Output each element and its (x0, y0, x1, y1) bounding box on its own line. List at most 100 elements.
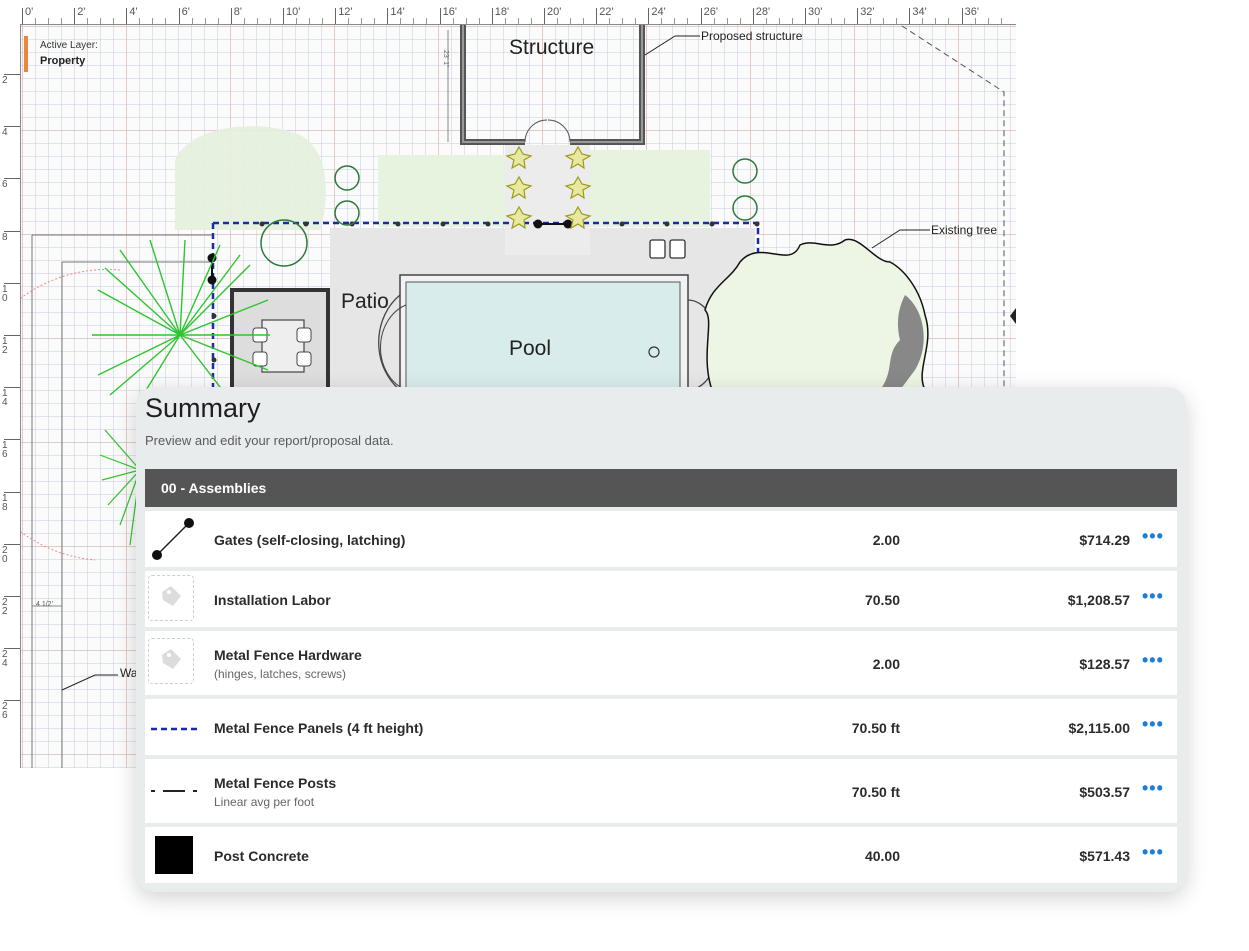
ruler-minor-tick (465, 18, 467, 24)
ruler-tick (178, 8, 180, 24)
ruler-top-label: 30' (808, 6, 823, 18)
ruler-tick (387, 8, 389, 24)
ruler-minor-tick (726, 18, 728, 24)
ruler-minor-tick (713, 18, 715, 24)
ruler-minor-tick (322, 18, 323, 24)
dash-dot-line-icon (151, 790, 197, 792)
ruler-minor-tick (296, 18, 297, 24)
row-name: Metal Fence Posts (214, 775, 337, 791)
ruler-minor-tick (974, 18, 976, 24)
ruler-minor-tick (374, 18, 376, 24)
ruler-top-label: 20' (547, 6, 562, 18)
ruler-top-label: 18' (494, 6, 510, 18)
summary-panel: Summary Preview and edit your report/pro… (136, 387, 1186, 892)
gate-icon (152, 518, 194, 560)
black-square-icon (155, 836, 193, 874)
summary-row[interactable]: Gates (self-closing, latching) 2.00 $714… (145, 511, 1177, 567)
ruler-minor-tick (778, 18, 780, 24)
ruler-tick (491, 8, 493, 24)
summary-row[interactable]: Metal Fence Hardware (hinges, latches, s… (145, 631, 1177, 695)
ruler-minor-tick (165, 18, 167, 24)
patio-label: Patio (341, 290, 389, 313)
ruler-minor-tick (935, 18, 937, 24)
more-options-button[interactable]: ••• (1142, 843, 1164, 863)
ruler-minor-tick (844, 18, 845, 24)
tag-placeholder-icon (148, 638, 194, 684)
ruler-tick (805, 8, 806, 24)
row-qty: 70.50 (864, 592, 900, 608)
ruler-minor-tick (922, 18, 924, 24)
ruler-vertical[interactable]: 2 4 6 8 10 12 14 16 18 20 22 24 26 (0, 24, 21, 768)
ruler-minor-tick (256, 18, 258, 24)
ruler-top-label: 6' (181, 6, 190, 18)
ruler-top-label: 4' (129, 6, 138, 18)
ruler-top-label: 8' (233, 6, 243, 18)
ruler-tick (230, 8, 232, 24)
ruler-minor-tick (622, 18, 624, 24)
ruler-minor-tick (870, 18, 872, 24)
summary-row[interactable]: Installation Labor 70.50 $1,208.57 ••• (145, 571, 1177, 627)
more-options-button[interactable]: ••• (1142, 779, 1164, 799)
ruler-left-label: 18 (2, 492, 8, 513)
ruler-tick (22, 8, 23, 24)
tag-placeholder-icon (148, 575, 194, 621)
ruler-minor-tick (48, 18, 49, 24)
structure-label: Structure (509, 36, 595, 59)
ruler-top-label: 26' (703, 6, 718, 18)
ruler-minor-tick (361, 18, 363, 24)
more-options-button[interactable]: ••• (1142, 715, 1164, 735)
row-qty: 2.00 (872, 656, 900, 672)
ruler-minor-tick (400, 18, 402, 24)
ruler-tick (439, 8, 441, 24)
ruler-left-label: 12 (2, 336, 8, 356)
ruler-minor-tick (739, 18, 741, 24)
ruler-minor-tick (191, 18, 193, 24)
ruler-minor-tick (791, 18, 793, 24)
ruler-minor-tick (883, 18, 885, 24)
ruler-horizontal[interactable]: 0' 2' 4' 6' 8' 10' 12' 14' 16' 18' 20' 22' 24' 26' 28'… (0, 0, 1016, 25)
ruler-minor-tick (896, 18, 898, 24)
row-qty: 40.00 (864, 848, 900, 864)
dimension-label: 4 1/2' (36, 601, 53, 608)
more-options-button[interactable]: ••• (1142, 651, 1164, 671)
row-amount: $571.43 (1079, 848, 1130, 864)
dashed-line-icon (151, 727, 197, 731)
summary-subtitle: Preview and edit your report/proposal da… (145, 433, 394, 448)
assemblies-group-header[interactable]: 00 - Assemblies (145, 469, 1177, 507)
active-layer-indicator[interactable]: Active Layer: Property (24, 36, 98, 72)
ruler-minor-tick (635, 18, 637, 24)
ruler-left-label: 6 (2, 179, 8, 191)
ruler-left-label: 16 (2, 440, 8, 461)
ruler-minor-tick (570, 18, 571, 24)
summary-row[interactable]: Metal Fence Panels (4 ft height) 70.50 f… (145, 699, 1177, 755)
ruler-top-label: 12' (338, 6, 353, 18)
ruler-minor-tick (204, 18, 206, 24)
row-amount: $2,115.00 (1068, 720, 1130, 736)
ruler-minor-tick (269, 18, 271, 24)
existing-tree-callout: Existing tree (931, 223, 998, 237)
ruler-tick (74, 8, 76, 24)
more-options-button[interactable]: ••• (1142, 587, 1164, 607)
ruler-minor-tick (61, 18, 62, 24)
row-name: Metal Fence Panels (4 ft height) (214, 720, 424, 736)
ruler-minor-tick (139, 18, 141, 24)
ruler-top-label: 0' (25, 6, 34, 18)
more-options-button[interactable]: ••• (1142, 527, 1164, 547)
row-qty: 2.00 (872, 532, 900, 548)
summary-row[interactable]: Post Concrete 40.00 $571.43 ••• (145, 827, 1177, 883)
ruler-minor-tick (674, 18, 676, 24)
ruler-minor-tick (831, 18, 832, 24)
ruler-tick (648, 8, 650, 24)
active-layer-caption: Active Layer: (40, 40, 98, 51)
ruler-minor-tick (100, 18, 102, 24)
summary-row[interactable]: Metal Fence Posts Linear avg per foot 70… (145, 759, 1177, 823)
ruler-tick (283, 8, 284, 24)
ruler-left-label: 22 (2, 597, 8, 617)
ruler-top-label: 34' (912, 6, 927, 18)
ruler-left-label: 10 (2, 283, 8, 304)
ruler-minor-tick (413, 18, 415, 24)
ruler-tick (961, 8, 963, 24)
row-amount: $1,208.57 (1067, 592, 1130, 608)
row-note: Linear avg per foot (214, 795, 315, 809)
row-qty: 70.50 ft (851, 784, 900, 800)
